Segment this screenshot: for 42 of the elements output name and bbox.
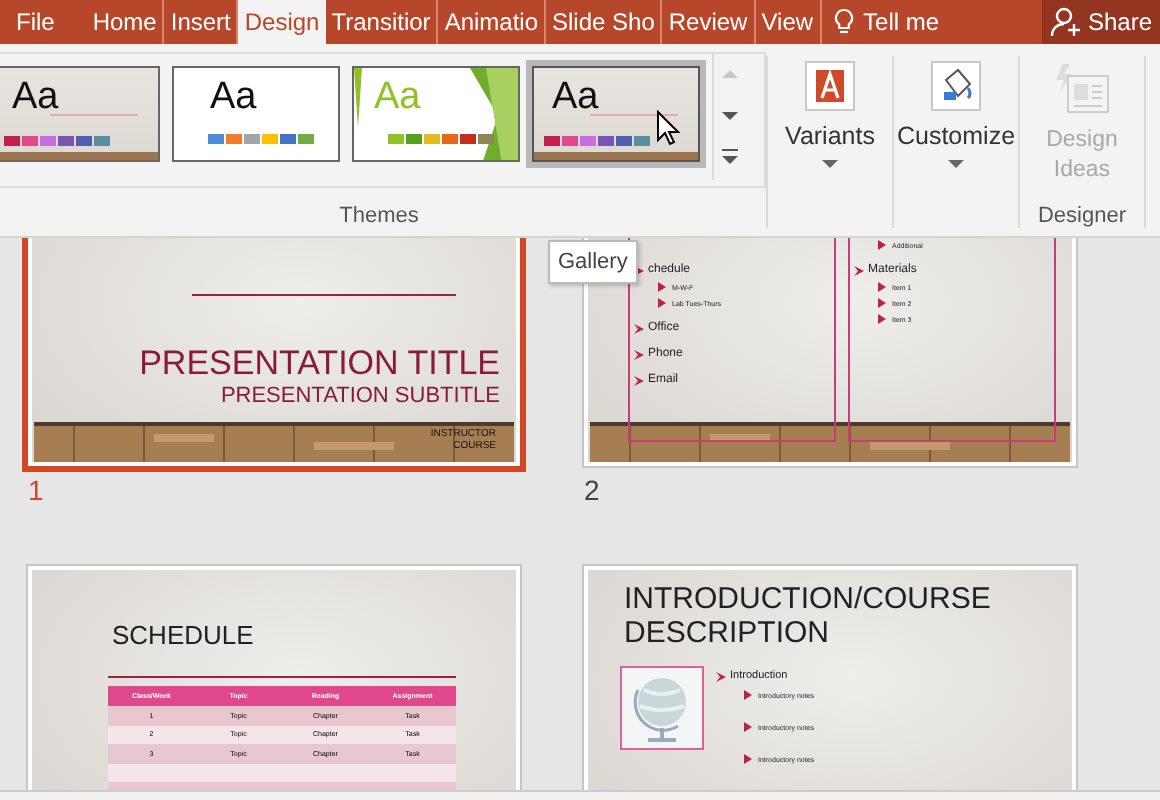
bullet-arrow-icon: [634, 375, 644, 385]
bullet-arrow-icon: [744, 722, 754, 732]
bullet-arrow-icon: [634, 349, 644, 359]
person-add-icon: [1049, 6, 1082, 38]
slide-number: 1: [28, 474, 46, 506]
tell-me-button[interactable]: Tell me: [821, 0, 956, 44]
bullet-arrow-icon: [716, 671, 726, 681]
bullet-arrow-icon: [878, 240, 888, 250]
color-swatches: [208, 134, 314, 144]
bullet-arrow-icon: [854, 265, 864, 275]
theme-sample-text: Aa: [552, 78, 599, 118]
slide-title: INTRODUCTION/COURSE DESCRIPTION: [624, 582, 993, 650]
ribbon-tab[interactable]: Design: [238, 0, 326, 44]
theme-sample-text: Aa: [12, 78, 59, 118]
slide-title: PRESENTATION TITLE: [137, 344, 500, 384]
color-swatches: [4, 136, 110, 146]
slide-subtitle: PRESENTATION SUBTITLE: [218, 384, 500, 408]
slide-number: 2: [584, 474, 602, 506]
mouse-pointer-icon: [656, 110, 680, 146]
caret-icon: [822, 160, 838, 170]
caret-icon: [948, 160, 964, 170]
group-label: Designer: [1037, 204, 1127, 228]
customize-button[interactable]: Customize: [892, 56, 1020, 170]
share-button[interactable]: Share: [1041, 0, 1160, 44]
theme-sample-text: Aa: [210, 78, 257, 118]
variants-button[interactable]: Variants: [781, 56, 879, 170]
theme-thumbnail[interactable]: Aa: [0, 66, 160, 162]
bullet-arrow-icon: [744, 690, 754, 700]
bullet-arrow-icon: [744, 754, 754, 764]
tooltip: Gallery: [548, 240, 638, 284]
bullet-arrow-icon: [634, 323, 644, 333]
paint-bucket-icon: [930, 60, 982, 112]
theme-sample-text: Aa: [374, 78, 421, 118]
lightbulb-icon: [833, 8, 854, 36]
color-swatches: [388, 134, 494, 144]
theme-thumbnail[interactable]: Aa: [172, 66, 340, 162]
color-swatches: [544, 136, 650, 146]
ribbon-tab[interactable]: File: [0, 0, 87, 44]
variants-icon: [804, 60, 856, 112]
theme-thumbnail[interactable]: Aa: [532, 66, 700, 162]
group-label: Themes: [337, 204, 421, 228]
slide-title: SCHEDULE: [112, 620, 256, 650]
